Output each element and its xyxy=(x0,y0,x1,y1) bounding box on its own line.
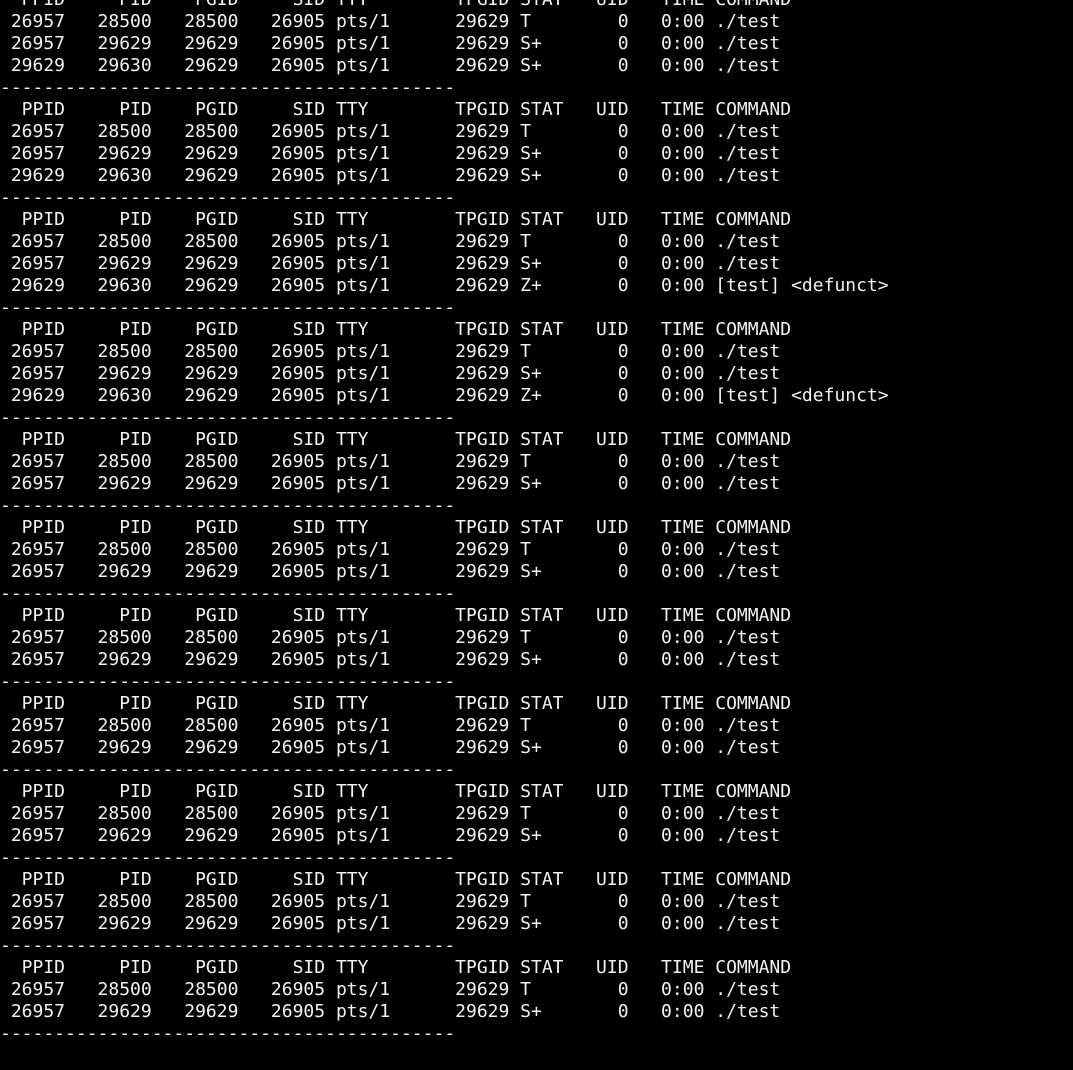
process-row: 29629 29630 29629 26905 pts/1 29629 Z+ 0… xyxy=(0,385,889,406)
process-row: 26957 28500 28500 26905 pts/1 29629 T 0 … xyxy=(0,891,781,912)
table-header-row: PPID PID PGID SID TTY TPGID STAT UID TIM… xyxy=(0,0,1073,11)
separator-line: ----------------------------------------… xyxy=(0,297,456,318)
process-row: 26957 29629 29629 26905 pts/1 29629 S+ 0… xyxy=(0,253,781,274)
table-header-row: PPID PID PGID SID TTY TPGID STAT UID TIM… xyxy=(0,429,792,450)
table-header-row: PPID PID PGID SID TTY TPGID STAT UID TIM… xyxy=(0,517,792,538)
process-row: 26957 28500 28500 26905 pts/1 29629 T 0 … xyxy=(0,451,781,472)
process-row: 26957 28500 28500 26905 pts/1 29629 T 0 … xyxy=(0,979,781,1000)
process-row: 26957 29629 29629 26905 pts/1 29629 S+ 0… xyxy=(0,913,781,934)
separator-line: ----------------------------------------… xyxy=(0,847,456,868)
process-row: 26957 28500 28500 26905 pts/1 29629 T 0 … xyxy=(0,715,781,736)
process-row: 26957 29629 29629 26905 pts/1 29629 S+ 0… xyxy=(0,1001,781,1022)
table-header-row: PPID PID PGID SID TTY TPGID STAT UID TIM… xyxy=(0,957,792,978)
process-row: 26957 28500 28500 26905 pts/1 29629 T 0 … xyxy=(0,627,781,648)
separator-line: ----------------------------------------… xyxy=(0,583,456,604)
table-header-row: PPID PID PGID SID TTY TPGID STAT UID TIM… xyxy=(0,693,792,714)
process-row: 26957 28500 28500 26905 pts/1 29629 T 0 … xyxy=(0,231,781,252)
separator-line: ----------------------------------------… xyxy=(0,935,456,956)
process-row: 29629 29630 29629 26905 pts/1 29629 S+ 0… xyxy=(0,165,781,186)
table-header-row: PPID PID PGID SID TTY TPGID STAT UID TIM… xyxy=(0,209,792,230)
process-row: 26957 29629 29629 26905 pts/1 29629 S+ 0… xyxy=(0,561,781,582)
process-row: 26957 29629 29629 26905 pts/1 29629 S+ 0… xyxy=(0,33,781,54)
table-header-row: PPID PID PGID SID TTY TPGID STAT UID TIM… xyxy=(0,99,792,120)
separator-line: ----------------------------------------… xyxy=(0,495,456,516)
separator-line: ----------------------------------------… xyxy=(0,1023,456,1044)
separator-line: ----------------------------------------… xyxy=(0,77,456,98)
process-row: 26957 28500 28500 26905 pts/1 29629 T 0 … xyxy=(0,341,781,362)
process-row: 26957 28500 28500 26905 pts/1 29629 T 0 … xyxy=(0,121,781,142)
process-row: 29629 29630 29629 26905 pts/1 29629 Z+ 0… xyxy=(0,275,889,296)
process-row: 26957 28500 28500 26905 pts/1 29629 T 0 … xyxy=(0,803,781,824)
table-header-row: PPID PID PGID SID TTY TPGID STAT UID TIM… xyxy=(0,319,792,340)
table-header-row: PPID PID PGID SID TTY TPGID STAT UID TIM… xyxy=(0,869,792,890)
separator-line: ----------------------------------------… xyxy=(0,407,456,428)
process-row: 26957 29629 29629 26905 pts/1 29629 S+ 0… xyxy=(0,649,781,670)
table-header-row: PPID PID PGID SID TTY TPGID STAT UID TIM… xyxy=(0,605,792,626)
separator-line: ----------------------------------------… xyxy=(0,671,456,692)
process-row: 26957 28500 28500 26905 pts/1 29629 T 0 … xyxy=(0,11,781,32)
table-header-row: PPID PID PGID SID TTY TPGID STAT UID TIM… xyxy=(0,781,792,802)
separator-line: ----------------------------------------… xyxy=(0,187,456,208)
terminal-output[interactable]: PPID PID PGID SID TTY TPGID STAT UID TIM… xyxy=(0,0,1073,1045)
process-row: 26957 29629 29629 26905 pts/1 29629 S+ 0… xyxy=(0,825,781,846)
process-row: 26957 29629 29629 26905 pts/1 29629 S+ 0… xyxy=(0,143,781,164)
process-row: 26957 29629 29629 26905 pts/1 29629 S+ 0… xyxy=(0,473,781,494)
process-row: 26957 29629 29629 26905 pts/1 29629 S+ 0… xyxy=(0,363,781,384)
process-row: 26957 29629 29629 26905 pts/1 29629 S+ 0… xyxy=(0,737,781,758)
process-row: 29629 29630 29629 26905 pts/1 29629 S+ 0… xyxy=(0,55,781,76)
separator-line: ----------------------------------------… xyxy=(0,759,456,780)
process-row: 26957 28500 28500 26905 pts/1 29629 T 0 … xyxy=(0,539,781,560)
